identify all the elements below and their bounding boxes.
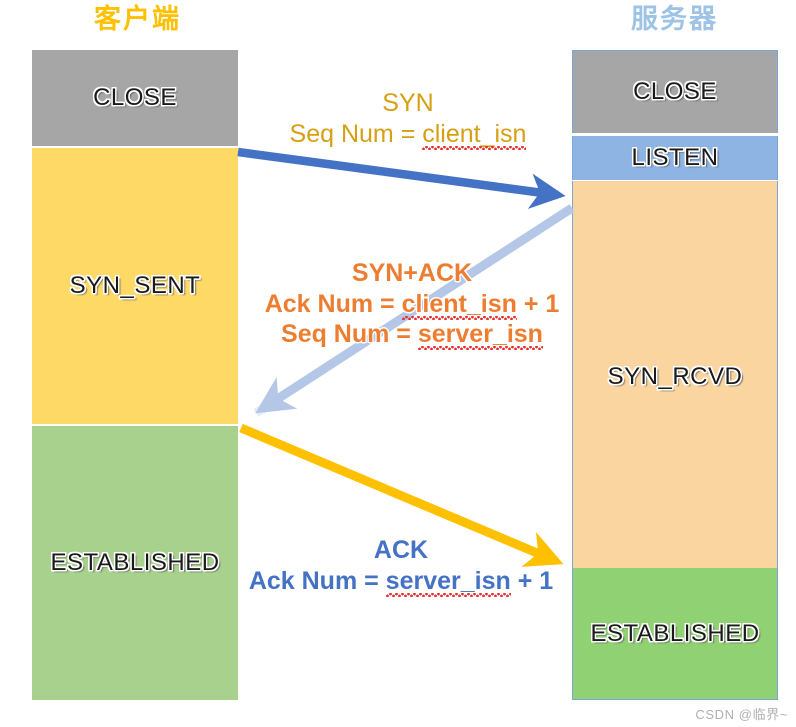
message-ack-flag: ACK — [373, 536, 429, 564]
client-state-close: CLOSE — [32, 50, 238, 146]
message-ack-acknum-suffix: + 1 — [510, 566, 554, 595]
server-state-close-label: CLOSE — [633, 78, 717, 105]
message-ack-acknum-identifier: server_isn — [385, 566, 511, 595]
message-syn-ack-seqnum-identifier: server_isn — [417, 320, 543, 348]
server-state-established-label: ESTABLISHED — [590, 619, 760, 647]
message-ack-acknum-prefix: Ack Num = — [248, 566, 386, 595]
message-syn-ack: SYN+ACK Ack Num = client_isn + 1 Seq Num… — [232, 258, 592, 350]
message-syn-seq-prefix: Seq Num = — [289, 119, 423, 148]
message-syn-ack-acknum-prefix: Ack Num = — [264, 289, 402, 318]
server-state-syn-rcvd-label: SYN_RCVD — [607, 363, 743, 390]
message-syn-seq: Seq Num = client_isn — [238, 119, 578, 150]
message-syn-ack-seqnum-prefix: Seq Num = — [281, 320, 418, 348]
server-state-listen: LISTEN — [572, 136, 778, 180]
message-syn-ack-seqnum: Seq Num = server_isn — [232, 319, 592, 350]
csdn-watermark: CSDN @临界~ — [695, 707, 788, 722]
client-state-established: ESTABLISHED — [32, 426, 238, 700]
client-state-close-label: CLOSE — [93, 84, 177, 111]
message-ack: ACK Ack Num = server_isn + 1 — [226, 535, 576, 596]
message-ack-acknum: Ack Num = server_isn + 1 — [226, 566, 576, 597]
message-syn-ack-acknum-suffix: + 1 — [516, 289, 560, 318]
client-state-syn-sent: SYN_SENT — [32, 148, 238, 424]
message-syn-ack-flag: SYN+ACK — [351, 259, 473, 287]
server-state-syn-rcvd: SYN_RCVD — [572, 181, 778, 568]
client-column-title: 客户端 — [94, 4, 181, 34]
message-syn-flag: SYN — [382, 89, 434, 117]
client-state-established-label: ESTABLISHED — [50, 549, 220, 576]
server-state-listen-label: LISTEN — [631, 144, 719, 171]
diagram-canvas: 客户端 服务器 CLOSE SYN_SENT ESTABLISHED CLOSE… — [0, 0, 796, 727]
server-state-established: ESTABLISHED — [572, 568, 778, 700]
message-syn-ack-acknum: Ack Num = client_isn + 1 — [232, 289, 592, 320]
message-syn-ack-acknum-identifier: client_isn — [401, 289, 517, 318]
message-syn-seq-identifier: client_isn — [422, 119, 527, 148]
arrow-syn — [237, 147, 566, 209]
client-state-syn-sent-label: SYN_SENT — [69, 272, 201, 299]
message-syn: SYN Seq Num = client_isn — [238, 88, 578, 149]
server-state-close: CLOSE — [572, 50, 778, 133]
server-column-title: 服务器 — [631, 4, 718, 34]
